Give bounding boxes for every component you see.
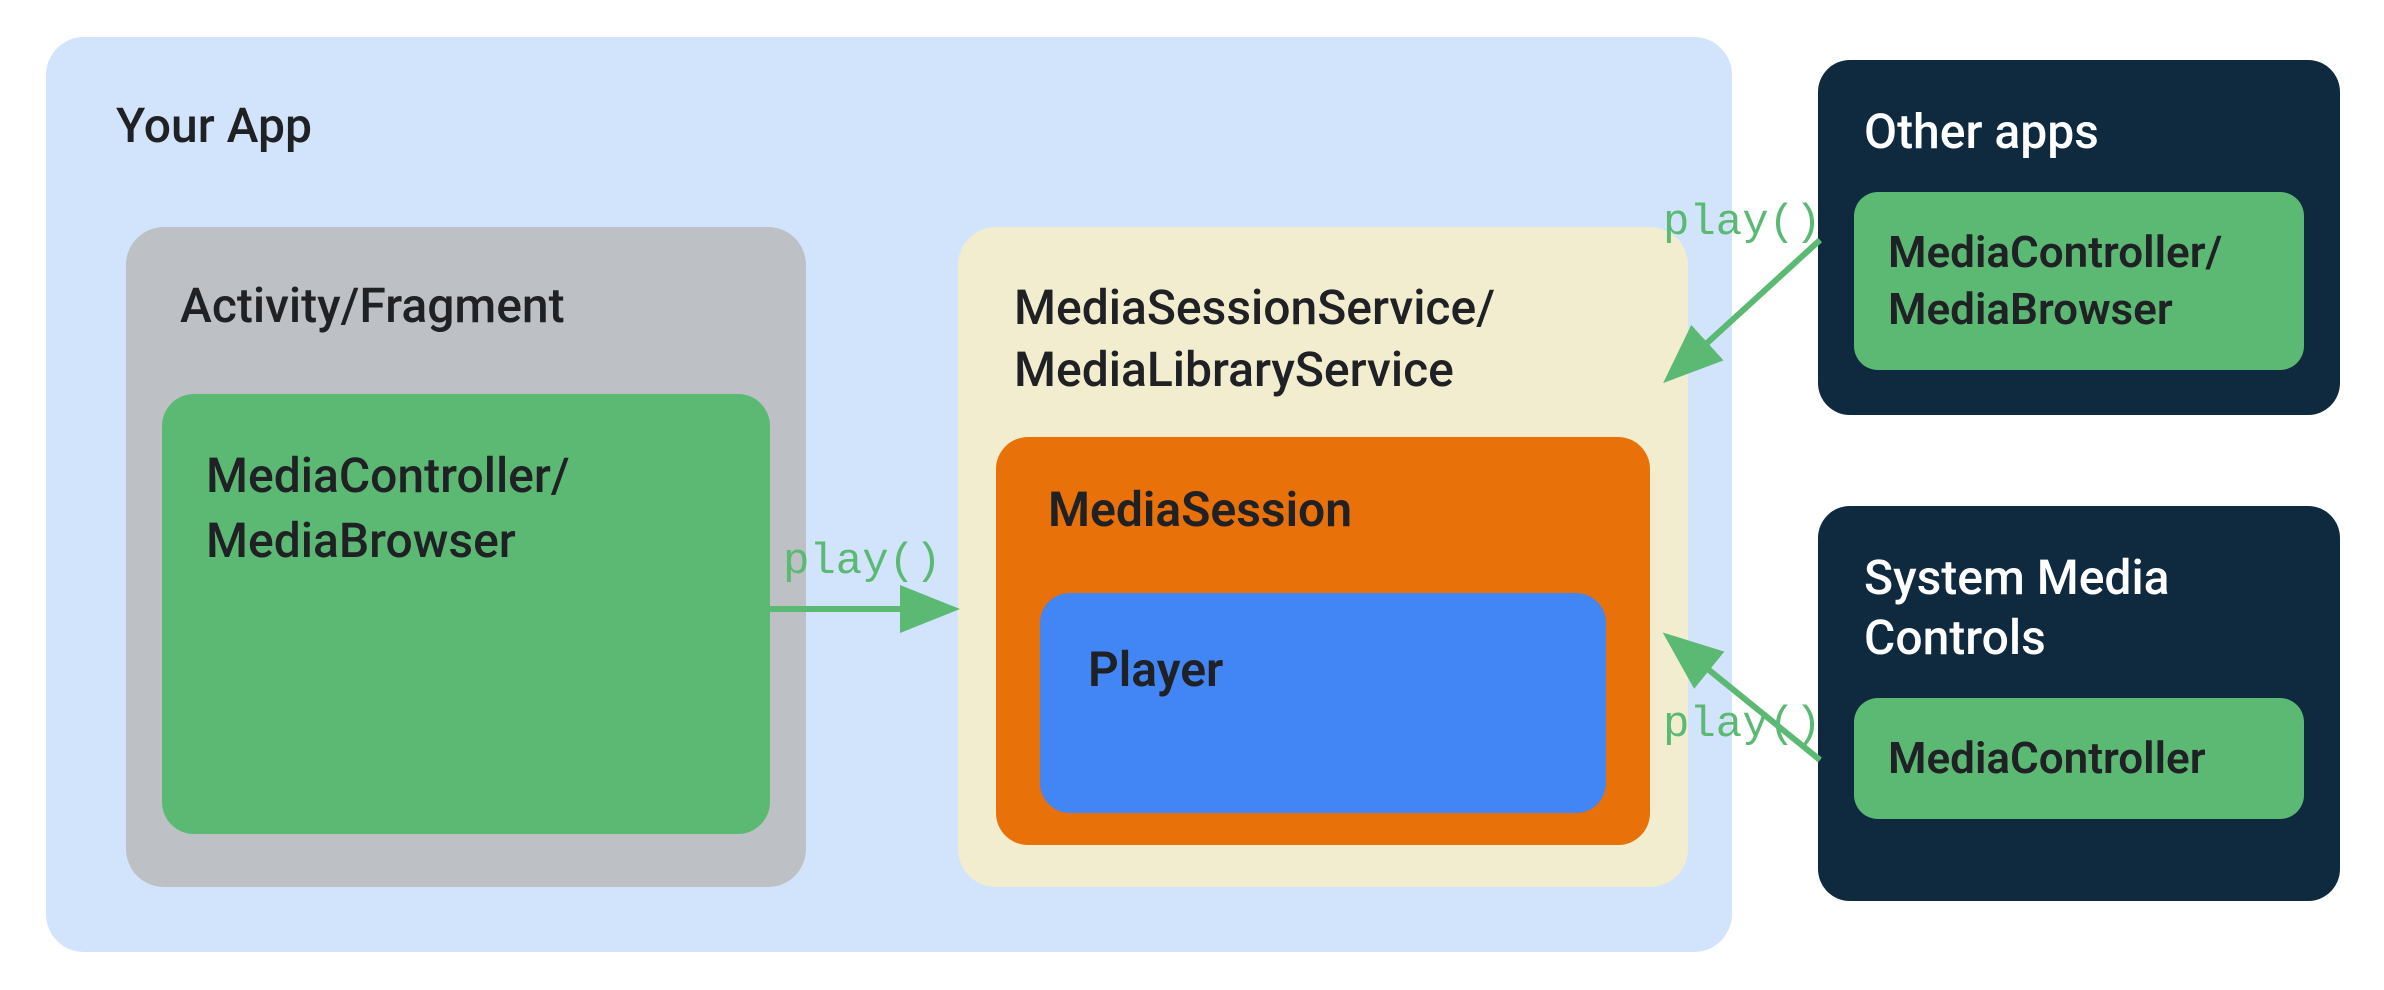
arrow-other-apps-to-service: [1672, 240, 1820, 375]
architecture-diagram: Your App Activity/Fragment MediaControll…: [0, 0, 2384, 990]
arrow-system-controls-to-service: [1672, 640, 1820, 760]
arrows-layer: [0, 0, 2384, 990]
